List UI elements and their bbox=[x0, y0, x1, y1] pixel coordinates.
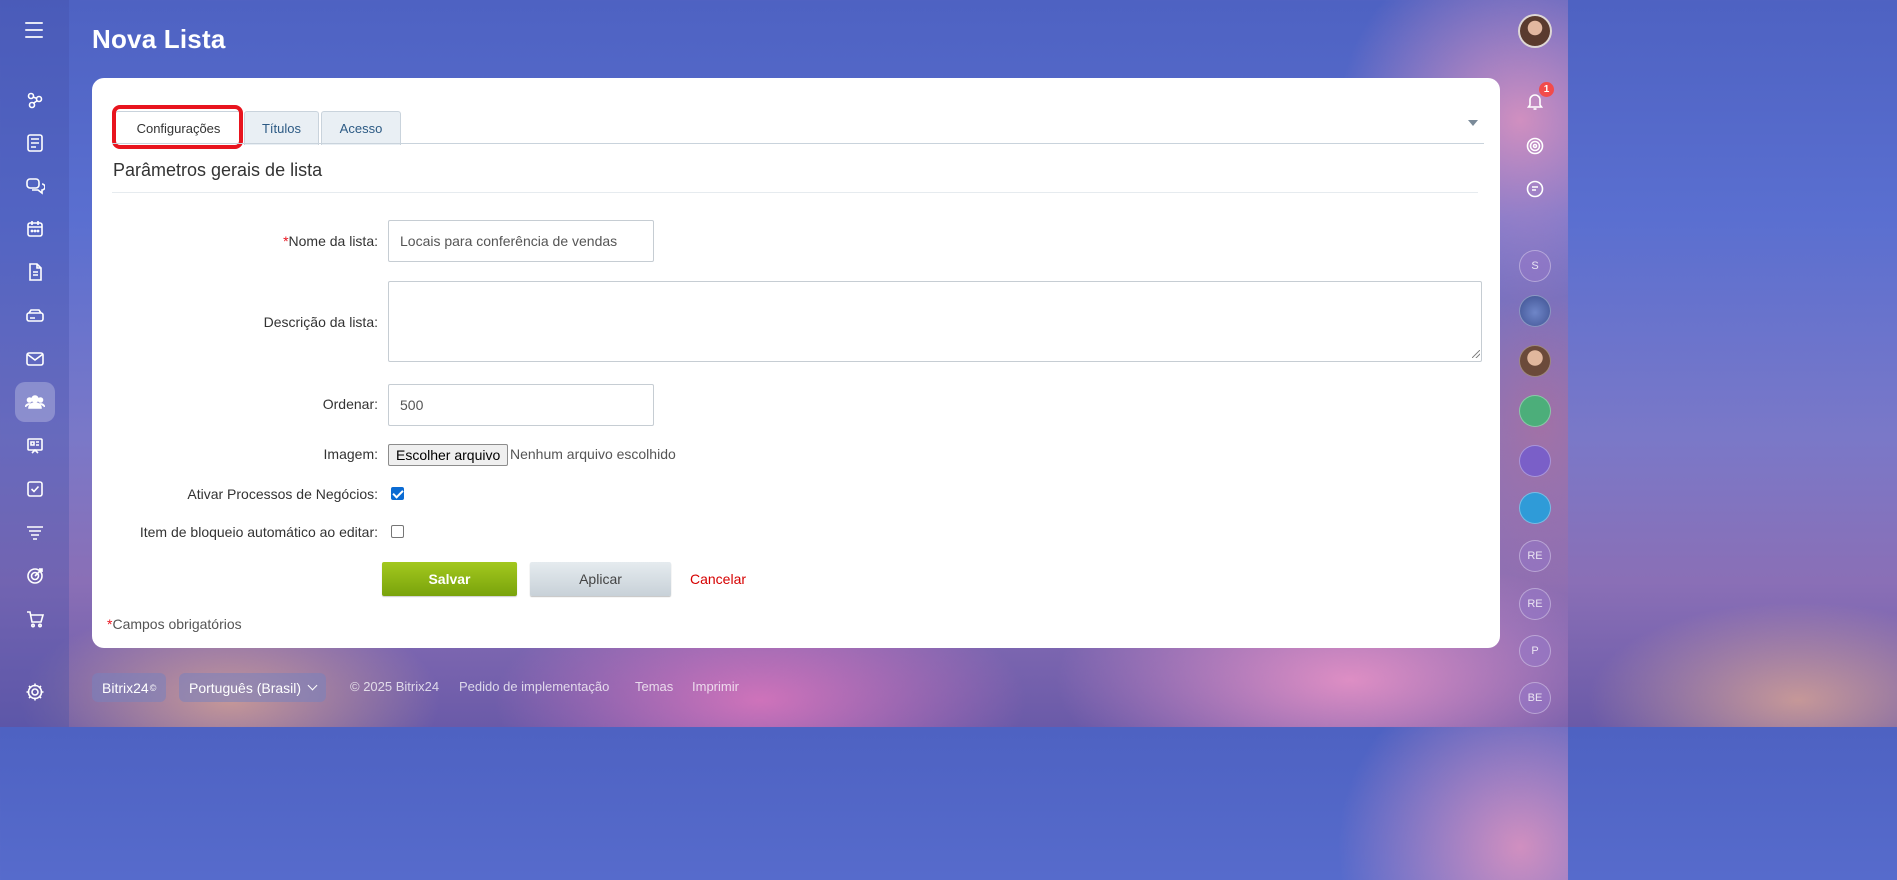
contact-avatar[interactable]: S bbox=[1519, 250, 1551, 282]
apply-button[interactable]: Aplicar bbox=[530, 562, 671, 596]
contact-avatar[interactable]: RE bbox=[1519, 588, 1551, 620]
save-button[interactable]: Salvar bbox=[382, 562, 517, 596]
collapse-arrow-icon[interactable] bbox=[1468, 120, 1478, 126]
contact-avatar[interactable]: BE bbox=[1519, 682, 1551, 714]
feed-icon[interactable] bbox=[15, 123, 55, 163]
implementation-request-link[interactable]: Pedido de implementação bbox=[459, 679, 609, 694]
calendar-icon[interactable] bbox=[15, 209, 55, 249]
list-description-label: Descrição da lista: bbox=[263, 314, 378, 330]
contact-avatar[interactable]: RE bbox=[1519, 540, 1551, 572]
drive-icon[interactable] bbox=[15, 296, 55, 336]
notification-badge: 1 bbox=[1539, 82, 1554, 97]
image-label: Imagem: bbox=[323, 446, 378, 462]
autolock-checkbox[interactable] bbox=[391, 525, 404, 538]
bitrix24-brand-button[interactable]: Bitrix24 © bbox=[92, 673, 167, 702]
sync-icon[interactable] bbox=[1519, 445, 1551, 477]
required-fields-note: *Campos obrigatórios bbox=[107, 616, 242, 632]
print-link[interactable]: Imprimir bbox=[692, 679, 739, 694]
group-icon[interactable] bbox=[15, 382, 55, 422]
language-selector[interactable]: Português (Brasil) bbox=[179, 673, 327, 702]
resize-grip-icon[interactable] bbox=[1472, 350, 1480, 358]
section-divider bbox=[112, 192, 1478, 193]
sort-input[interactable] bbox=[388, 384, 654, 426]
list-description-textarea[interactable] bbox=[388, 281, 1482, 362]
tab-titulos[interactable]: Títulos bbox=[244, 111, 319, 145]
tab-acesso[interactable]: Acesso bbox=[321, 111, 401, 145]
settings-icon[interactable] bbox=[15, 672, 55, 712]
section-title: Parâmetros gerais de lista bbox=[113, 160, 323, 180]
presentation-icon[interactable] bbox=[15, 426, 55, 466]
bizproc-label: Ativar Processos de Negócios: bbox=[187, 486, 378, 502]
right-rail: 1 S RE RE P BE bbox=[1500, 0, 1568, 727]
notifications-button[interactable]: 1 bbox=[1520, 82, 1554, 116]
sort-label: Ordenar: bbox=[322, 396, 378, 412]
choose-file-button[interactable]: Escolher arquivo bbox=[388, 444, 509, 466]
bizproc-checkbox[interactable] bbox=[391, 487, 404, 500]
task-icon[interactable] bbox=[15, 469, 55, 509]
chevron-down-icon bbox=[307, 680, 318, 691]
tabs-divider bbox=[112, 143, 1484, 144]
themes-link[interactable]: Temas bbox=[635, 679, 673, 694]
group-chat-icon[interactable] bbox=[1519, 395, 1551, 427]
list-name-input[interactable] bbox=[388, 220, 654, 262]
cancel-link[interactable]: Cancelar bbox=[690, 571, 746, 587]
activity-icon[interactable] bbox=[1520, 131, 1550, 161]
network-icon[interactable] bbox=[15, 80, 55, 120]
mail-icon[interactable] bbox=[15, 339, 55, 379]
document-icon[interactable] bbox=[15, 252, 55, 292]
bookmark-icon[interactable] bbox=[1519, 492, 1551, 524]
chat-bubble-icon[interactable] bbox=[1520, 174, 1550, 204]
cart-icon[interactable] bbox=[15, 599, 55, 639]
target-icon[interactable] bbox=[15, 556, 55, 596]
contact-avatar[interactable] bbox=[1519, 345, 1551, 377]
autolock-label: Item de bloqueio automático ao editar: bbox=[139, 524, 378, 540]
file-status-text: Nenhum arquivo escolhido bbox=[510, 446, 676, 462]
copyright-text: © 2025 Bitrix24 bbox=[350, 679, 440, 694]
page-title: Nova Lista bbox=[92, 24, 226, 54]
contact-avatar[interactable] bbox=[1519, 295, 1551, 327]
hamburger-icon[interactable] bbox=[25, 22, 43, 38]
contact-avatar[interactable]: P bbox=[1519, 635, 1551, 667]
user-avatar[interactable] bbox=[1518, 14, 1552, 48]
left-sidebar bbox=[0, 0, 69, 727]
list-name-label: *Nome da lista: bbox=[283, 233, 378, 249]
chat-icon[interactable] bbox=[15, 166, 55, 206]
settings-card: Configurações Títulos Acesso Parâmetros … bbox=[92, 78, 1500, 648]
tab-configuracoes[interactable]: Configurações bbox=[115, 111, 242, 145]
filter-icon[interactable] bbox=[15, 512, 55, 552]
